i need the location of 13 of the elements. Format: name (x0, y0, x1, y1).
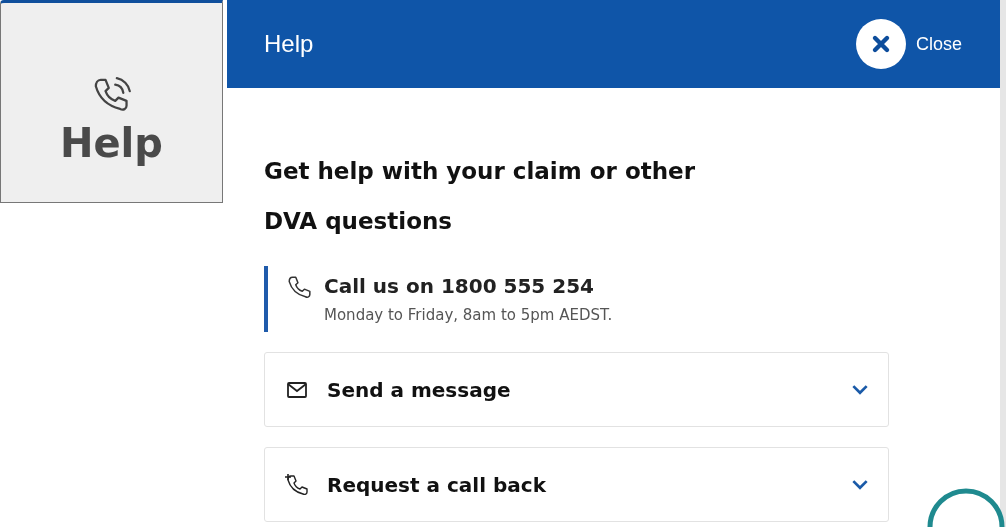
phone-icon (286, 274, 312, 300)
close-button[interactable]: Close (855, 19, 962, 69)
call-number-text: Call us on 1800 555 254 (324, 274, 595, 298)
close-icon (855, 19, 906, 69)
panel-title: Help (264, 30, 314, 58)
opening-hours-text: Monday to Friday, 8am to 5pm AEDST. (324, 306, 613, 324)
chevron-icon (852, 479, 868, 490)
chevron-icon (852, 384, 868, 395)
accordion-button[interactable]: Send a message (264, 352, 889, 427)
accordion-button[interactable]: Request a call back (264, 447, 889, 522)
help-tab[interactable]: Help (0, 0, 223, 203)
help-heading: Get help with your claim or other DVA questions (264, 157, 696, 236)
phone-plus-icon (285, 472, 309, 497)
